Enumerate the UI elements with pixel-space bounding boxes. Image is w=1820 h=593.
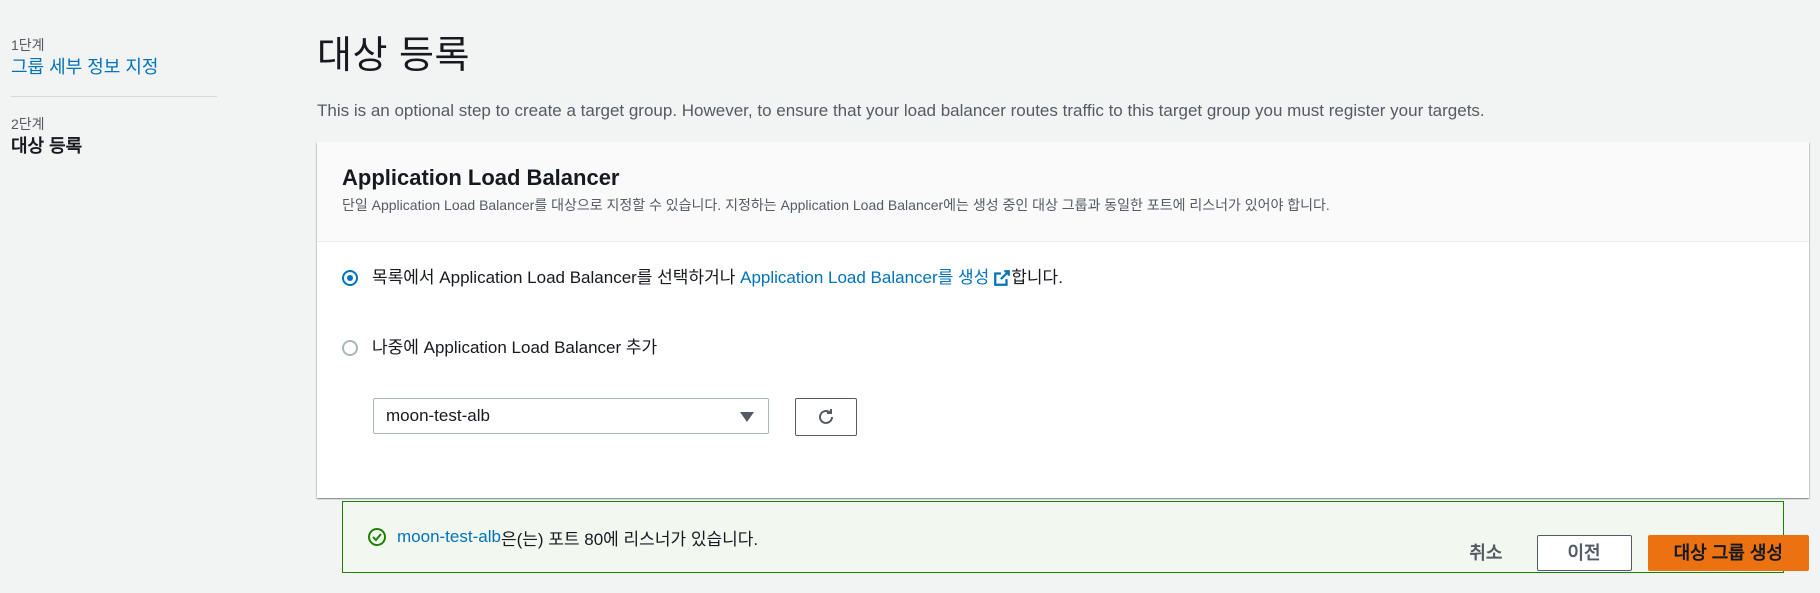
alb-select-value: moon-test-alb <box>386 406 490 425</box>
previous-button[interactable]: 이전 <box>1536 535 1632 571</box>
step-1: 1단계 그룹 세부 정보 지정 <box>11 36 217 79</box>
step-divider <box>11 96 217 97</box>
page-title: 대상 등록 <box>317 35 470 77</box>
alb-container-header: Application Load Balancer 단일 Application… <box>317 142 1809 242</box>
caret-down-icon <box>740 412 754 422</box>
alb-container: Application Load Balancer 단일 Application… <box>317 142 1809 573</box>
step-1-number: 1단계 <box>11 37 45 53</box>
radio-add-later[interactable] <box>342 340 358 356</box>
success-check-icon <box>368 528 386 546</box>
radio-select-alb[interactable] <box>342 270 358 286</box>
external-link-icon[interactable] <box>993 269 1011 287</box>
main-content: 대상 등록 This is an optional step to create… <box>317 32 1809 122</box>
alb-container-title: Application Load Balancer <box>342 165 620 190</box>
page-description: This is an optional step to create a tar… <box>317 101 1485 120</box>
step-2: 2단계 대상 등록 <box>11 115 217 158</box>
alert-text: 은(는) 포트 80에 리스너가 있습니다. <box>500 529 759 549</box>
radio-select-alb-suffix: 합니다. <box>1011 268 1063 287</box>
create-alb-link[interactable]: Application Load Balancer를 생성 <box>740 267 989 289</box>
radio-option-select-alb[interactable]: 목록에서 Application Load Balancer를 선택하거나 Ap… <box>342 267 1063 289</box>
create-target-group-button[interactable]: 대상 그룹 생성 <box>1647 535 1809 571</box>
refresh-button[interactable] <box>795 398 857 436</box>
alb-select[interactable]: moon-test-alb <box>373 398 769 434</box>
step-2-number: 2단계 <box>11 116 45 132</box>
radio-select-alb-prefix: 목록에서 Application Load Balancer를 선택하거나 <box>372 268 741 287</box>
step-1-link[interactable]: 그룹 세부 정보 지정 <box>11 55 217 79</box>
alb-container-description: 단일 Application Load Balancer를 대상으로 지정할 수… <box>342 197 1330 213</box>
radio-option-add-later[interactable]: 나중에 Application Load Balancer 추가 <box>342 337 657 359</box>
cancel-button[interactable]: 취소 <box>1447 535 1524 571</box>
refresh-icon <box>819 409 833 424</box>
wizard-actions: 취소 이전 대상 그룹 생성 <box>1447 535 1809 571</box>
wizard-steps: 1단계 그룹 세부 정보 지정 2단계 대상 등록 <box>11 36 217 158</box>
radio-add-later-label: 나중에 Application Load Balancer 추가 <box>372 338 658 357</box>
alert-alb-link[interactable]: moon-test-alb <box>397 527 501 547</box>
step-2-label-current: 대상 등록 <box>11 136 83 156</box>
